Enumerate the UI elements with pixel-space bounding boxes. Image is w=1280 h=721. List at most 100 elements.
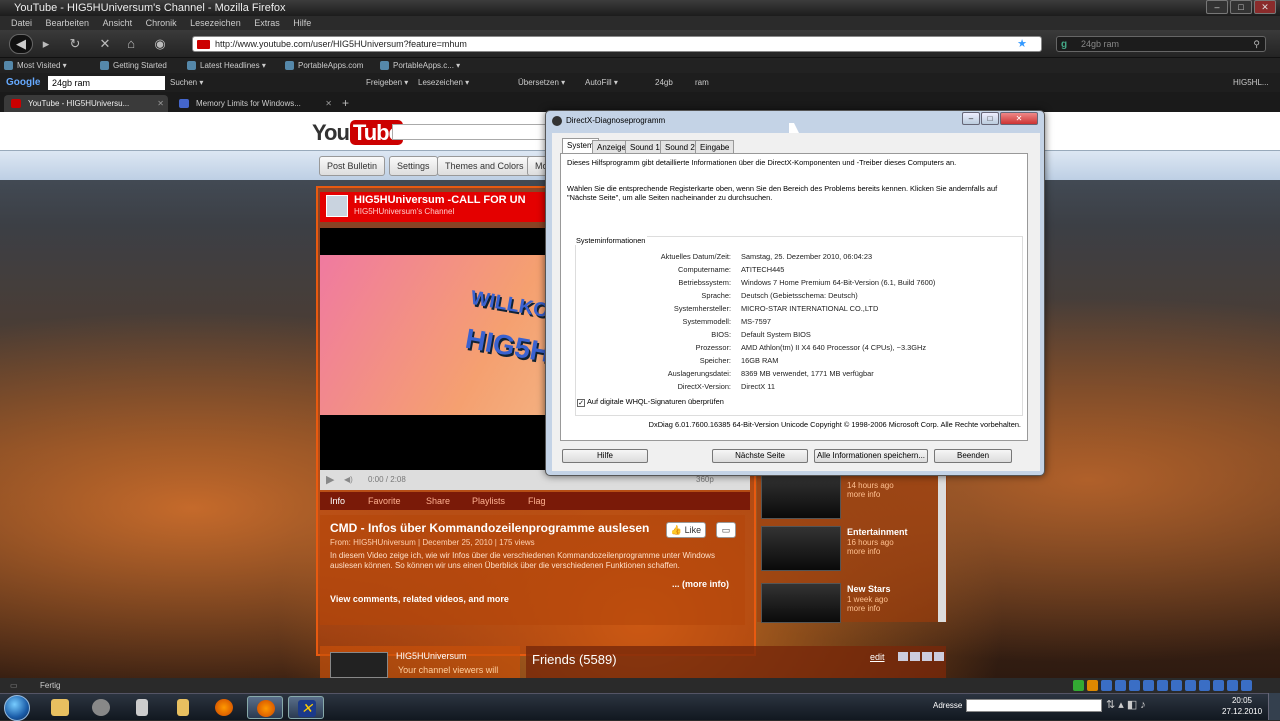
video-frame[interactable]: WILLKOM HIG5H	[320, 255, 567, 415]
close-button[interactable]: ✕	[1254, 0, 1276, 14]
related-more-info[interactable]: more info	[847, 604, 880, 613]
toolbar-bookmarks[interactable]: Lesezeichen ▾	[418, 73, 469, 92]
magnifier-icon[interactable]: ⚲	[1253, 37, 1260, 51]
toolbar-highlight-ram[interactable]: ram	[695, 73, 709, 92]
video-info-tabs: Info Favorite Share Playlists Flag	[320, 492, 750, 510]
google-toolbar: Google Suchen ▾ Freigeben ▾ Lesezeichen …	[0, 73, 1280, 92]
related-title[interactable]: Entertainment	[847, 527, 908, 537]
tab-flag[interactable]: Flag	[528, 492, 546, 510]
start-button[interactable]	[4, 695, 30, 721]
bookmark-most-visited[interactable]: Most Visited ▾	[4, 58, 67, 73]
bookmark-portableapps-2[interactable]: PortableApps.c... ▾	[380, 58, 460, 73]
dxdiag-taskbar-button[interactable]: ✕	[288, 696, 324, 719]
comment-icon[interactable]: ▭	[716, 522, 736, 538]
like-button[interactable]: 👍 Like	[666, 522, 706, 538]
help-button[interactable]: Hilfe	[562, 449, 648, 463]
firefox-taskbar-button[interactable]	[206, 696, 242, 719]
post-bulletin-button[interactable]: Post Bulletin	[319, 156, 386, 176]
tab-memory-limits[interactable]: Memory Limits for Windows... ✕	[172, 95, 336, 112]
maximize-button[interactable]: □	[981, 112, 999, 125]
toolbar-highlight-24gb[interactable]: 24gb	[655, 73, 673, 92]
avatar[interactable]	[330, 652, 388, 678]
explorer-taskbar-button[interactable]	[42, 696, 78, 719]
bookmark-portableapps[interactable]: PortableApps.com	[285, 58, 363, 73]
toolbar-autofill[interactable]: AutoFill ▾	[585, 73, 618, 92]
search-value: 24gb ram	[1081, 39, 1120, 49]
home-icon[interactable]: ⌂	[121, 35, 141, 53]
volume-icon[interactable]: ◀)	[344, 470, 353, 490]
avatar[interactable]	[326, 195, 348, 217]
menu-history[interactable]: Chronik	[146, 18, 177, 28]
maximize-button[interactable]: □	[1230, 0, 1252, 14]
related-scrollbar[interactable]	[938, 472, 946, 622]
themes-button[interactable]: Themes and Colors	[437, 156, 532, 176]
bookmark-latest-headlines[interactable]: Latest Headlines ▾	[187, 58, 266, 73]
youtube-logo[interactable]: You Tube	[312, 120, 403, 146]
whql-checkbox[interactable]: ✓ Auf digitale WHQL-Signaturen überprüfen	[577, 397, 724, 407]
related-more-info[interactable]: more info	[847, 547, 880, 556]
url-bar[interactable]: http://www.youtube.com/user/HIG5HUnivers…	[192, 36, 1042, 52]
tab-input[interactable]: Eingabe	[695, 140, 735, 154]
friends-pager[interactable]	[898, 652, 944, 661]
tray-icons[interactable]: ⇅ ▴ ◧ ♪	[1106, 698, 1146, 711]
video-title[interactable]: CMD - Infos über Kommandozeilenprogramme…	[330, 521, 649, 535]
menu-help[interactable]: Hilfe	[293, 18, 311, 28]
exit-button[interactable]: Beenden	[934, 449, 1012, 463]
firefox-active-taskbar-button[interactable]	[247, 696, 283, 719]
toolbar-translate[interactable]: Übersetzen ▾	[518, 73, 565, 92]
google-logo: Google	[6, 77, 41, 88]
search-input[interactable]: g 24gb ram ⚲	[1056, 36, 1266, 52]
new-tab-button[interactable]: +	[342, 96, 349, 110]
forward-icon[interactable]: ▸	[36, 35, 56, 53]
tab-favorite[interactable]: Favorite	[368, 492, 401, 510]
youtube-search-input[interactable]	[392, 124, 552, 140]
clock[interactable]: 20:05 27.12.2010	[1222, 695, 1262, 717]
minimize-button[interactable]: –	[962, 112, 980, 125]
tab-close-icon[interactable]: ✕	[325, 95, 332, 112]
toolbar-share[interactable]: Freigeben ▾	[366, 73, 408, 92]
addon-icons[interactable]	[1073, 680, 1252, 691]
menu-bookmarks[interactable]: Lesezeichen	[190, 18, 241, 28]
google-query-input[interactable]: 24gb ram	[48, 76, 165, 90]
settings-taskbar-button[interactable]	[83, 696, 119, 719]
menu-edit[interactable]: Bearbeiten	[46, 18, 90, 28]
play-icon[interactable]: ▶	[326, 470, 334, 490]
tab-youtube[interactable]: YouTube - HIG5HUniversu... ✕	[4, 95, 168, 112]
tab-info[interactable]: Info	[330, 492, 345, 510]
bookmark-getting-started[interactable]: Getting Started	[100, 58, 167, 73]
menu-view[interactable]: Ansicht	[103, 18, 133, 28]
related-thumbnail[interactable]	[761, 474, 841, 519]
settings-button[interactable]: Settings	[389, 156, 438, 176]
save-all-button[interactable]: Alle Informationen speichern...	[814, 449, 928, 463]
menu-tools[interactable]: Extras	[254, 18, 280, 28]
view-comments-link[interactable]: View comments, related videos, and more	[330, 594, 509, 604]
toolbar-search[interactable]: Suchen ▾	[170, 73, 203, 92]
show-desktop-button[interactable]	[1268, 693, 1280, 720]
toolbar-account[interactable]: HIG5HL...	[1233, 73, 1269, 92]
tab-playlists[interactable]: Playlists	[472, 492, 505, 510]
tab-sound-2[interactable]: Sound 2	[660, 140, 700, 154]
addon-icon[interactable]: ◉	[150, 35, 170, 53]
more-info-link[interactable]: ... (more info)	[672, 579, 729, 589]
back-button[interactable]: ◀	[9, 34, 33, 54]
library-taskbar-button[interactable]	[165, 696, 201, 719]
bookmark-star-icon[interactable]: ★	[1017, 37, 1027, 51]
status-icon: ▭	[10, 681, 18, 690]
info-label: Systemhersteller:	[673, 304, 731, 313]
tab-sound-1[interactable]: Sound 1	[625, 140, 665, 154]
address-input[interactable]	[966, 699, 1102, 712]
close-button[interactable]: ✕	[1000, 112, 1038, 125]
next-page-button[interactable]: Nächste Seite	[712, 449, 808, 463]
stop-icon[interactable]: ✕	[95, 35, 115, 53]
reload-icon[interactable]: ↻	[65, 35, 85, 53]
menu-file[interactable]: Datei	[11, 18, 32, 28]
tab-close-icon[interactable]: ✕	[157, 95, 164, 112]
friends-edit-link[interactable]: edit	[870, 652, 885, 662]
related-thumbnail[interactable]	[761, 583, 841, 623]
usb-taskbar-button[interactable]	[124, 696, 160, 719]
related-thumbnail[interactable]	[761, 526, 841, 571]
related-title[interactable]: New Stars	[847, 584, 891, 594]
minimize-button[interactable]: –	[1206, 0, 1228, 14]
tab-share[interactable]: Share	[426, 492, 450, 510]
related-more-info[interactable]: more info	[847, 490, 880, 499]
